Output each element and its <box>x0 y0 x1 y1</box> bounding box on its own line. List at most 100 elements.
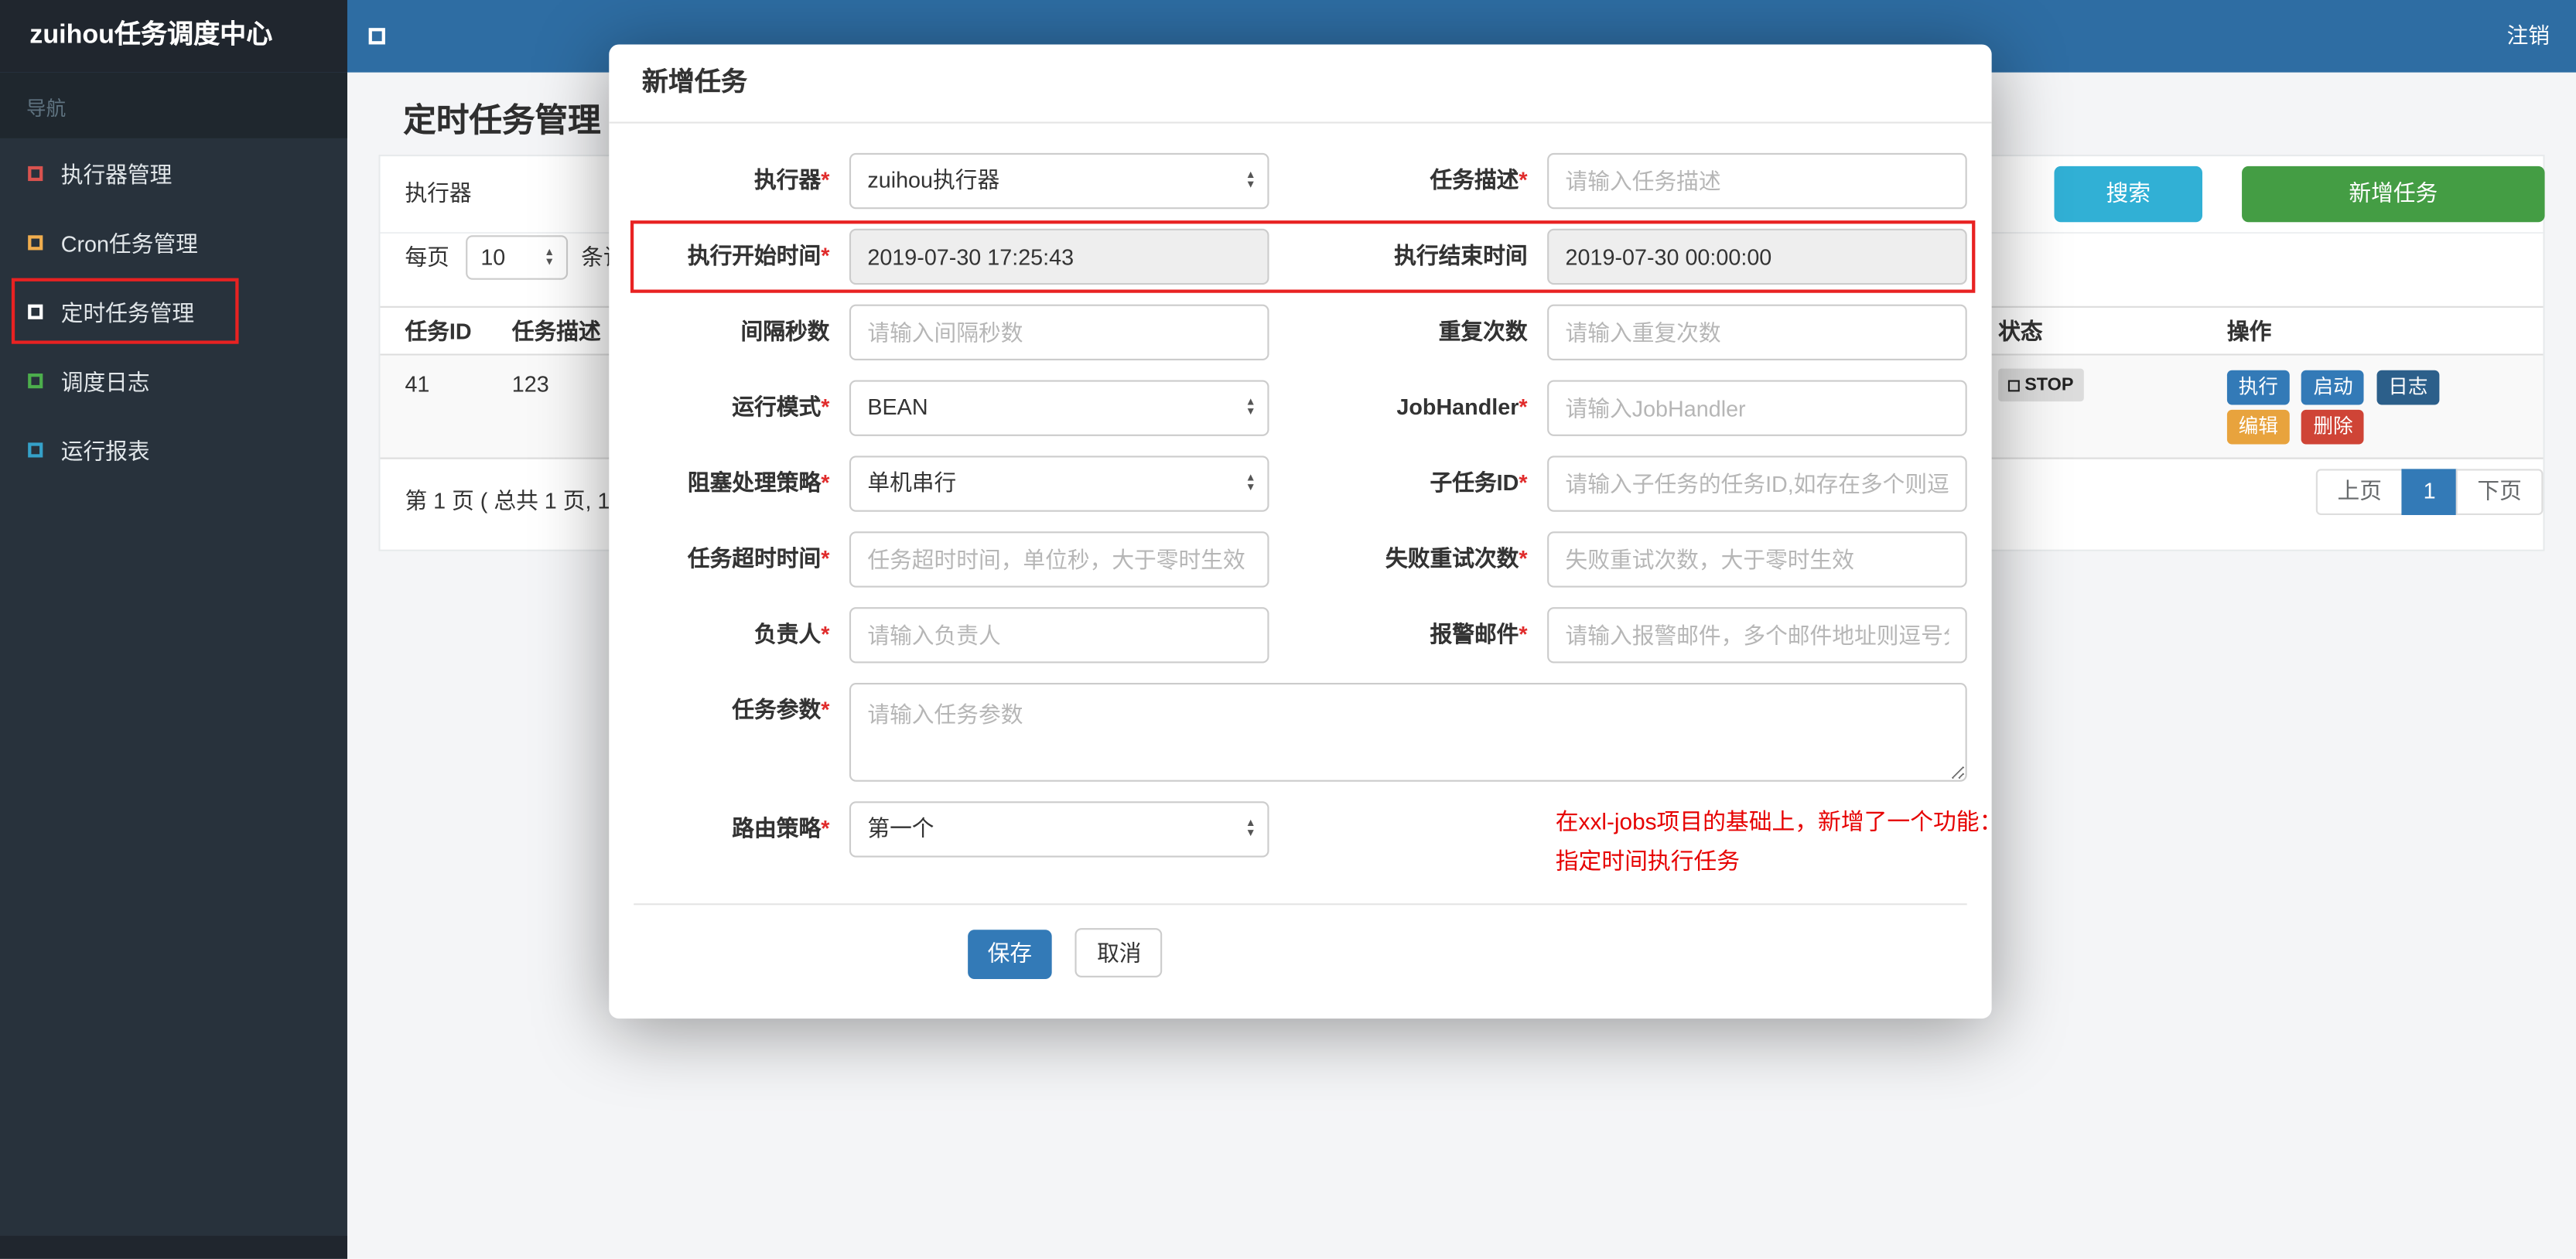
end-time-label: 执行结束时间 <box>1394 243 1528 268</box>
form-col: 执行开始时间* <box>634 228 1300 285</box>
screen: zuihou任务调度中心 注销 导航 执行器管理 Cron任务管理 定时任务管理… <box>0 0 2576 1259</box>
delete-button[interactable]: 删除 <box>2301 409 2365 445</box>
form-row: 阻塞处理策略* 单机串行 ▲ ▼ 子任务ID* <box>634 455 1967 512</box>
square-outline-icon <box>28 372 43 388</box>
sidebar-item-executor-manage[interactable]: 执行器管理 <box>0 138 347 207</box>
add-job-button[interactable]: 新增任务 <box>2242 165 2545 223</box>
sidebar-item-timed-job-manage[interactable]: 定时任务管理 <box>0 276 347 345</box>
feature-note: 在xxl-jobs项目的基础上，新增了一个功能： 指定时间执行任务 <box>1556 801 2003 880</box>
required-mark: * <box>821 168 830 193</box>
required-mark: * <box>821 816 830 841</box>
job-param-label: 任务参数* <box>732 698 830 723</box>
row-actions: 执行 启动 日志 编辑 删除 <box>2226 370 2540 449</box>
square-outline-icon <box>28 303 43 319</box>
col-status: 状态 <box>1998 319 2043 344</box>
spinner-arrows-icon: ▲ ▼ <box>1245 169 1256 191</box>
end-time-input[interactable] <box>1547 228 1967 285</box>
search-button[interactable]: 搜索 <box>2054 165 2202 223</box>
spinner-arrows-icon: ▲ ▼ <box>544 246 555 268</box>
alarm-email-input[interactable] <box>1547 607 1967 664</box>
status-badge: STOP <box>1998 368 2084 402</box>
route-strategy-select[interactable]: 第一个 ▲ ▼ <box>849 801 1269 858</box>
child-job-input[interactable] <box>1547 455 1967 512</box>
block-strategy-select[interactable]: 单机串行 ▲ ▼ <box>849 455 1269 512</box>
interval-input[interactable] <box>849 304 1269 360</box>
form-col: 路由策略* 第一个 ▲ ▼ <box>634 801 1300 880</box>
sidebar-item-label: 定时任务管理 <box>60 301 195 326</box>
logout-link[interactable]: 注销 <box>2507 0 2550 73</box>
route-strategy-select-value: 第一个 <box>867 816 934 841</box>
col-job-id: 任务ID <box>405 319 472 344</box>
form-col: JobHandler* <box>1300 380 1967 436</box>
required-mark: * <box>1519 546 1528 571</box>
required-mark: * <box>821 546 830 571</box>
required-mark: * <box>1519 622 1528 647</box>
repeat-input[interactable] <box>1547 304 1967 360</box>
jobhandler-input[interactable] <box>1547 380 1967 436</box>
spinner-arrows-icon: ▲ ▼ <box>1245 396 1256 418</box>
form-row: 执行器* zuihou执行器 ▲ ▼ 任务描述* <box>634 152 1967 210</box>
save-button[interactable]: 保存 <box>968 930 1052 980</box>
status-text: STOP <box>2024 375 2074 395</box>
form-col: 执行结束时间 <box>1300 228 1967 285</box>
retry-input[interactable] <box>1547 531 1967 588</box>
sidebar-item-label: 执行器管理 <box>60 162 173 188</box>
sidebar-item-run-report[interactable]: 运行报表 <box>0 415 347 483</box>
glue-type-select[interactable]: BEAN ▲ ▼ <box>849 380 1269 436</box>
required-mark: * <box>1519 168 1528 193</box>
form-col: 执行器* zuihou执行器 ▲ ▼ <box>634 152 1300 210</box>
spinner-arrows-icon: ▲ ▼ <box>1245 817 1256 840</box>
jobhandler-label: JobHandler* <box>1396 394 1528 420</box>
log-button[interactable]: 日志 <box>2376 370 2440 405</box>
job-desc-label: 任务描述* <box>1430 168 1528 193</box>
job-desc-input[interactable] <box>1547 152 1967 210</box>
per-page-select[interactable]: 10 ▲ ▼ <box>466 235 569 280</box>
child-job-label: 子任务ID* <box>1430 470 1528 496</box>
execute-button[interactable]: 执行 <box>2226 370 2290 405</box>
cell-job-id: 41 <box>405 371 430 397</box>
form-row: 路由策略* 第一个 ▲ ▼ 在xxl-jobs项目的基础上，新增了一个功能： 指定… <box>634 801 2003 880</box>
required-mark: * <box>1519 394 1528 420</box>
start-button[interactable]: 启动 <box>2301 370 2365 405</box>
add-job-modal: 新增任务 执行器* zuihou执行器 ▲ ▼ 任务描述* 请输入任务描述 执行… <box>609 44 2003 1019</box>
form-row: 任务参数* <box>634 683 1967 782</box>
form-row: 运行模式* BEAN ▲ ▼ JobHandler* <box>634 380 1967 436</box>
square-outline-icon <box>28 442 43 457</box>
next-page-button[interactable]: 下页 <box>2455 469 2544 516</box>
repeat-label: 重复次数 <box>1438 319 1528 344</box>
glue-type-select-value: BEAN <box>867 394 928 420</box>
modal-body: 执行器* zuihou执行器 ▲▼ 任务描述* 执行开始时间* <box>609 124 2003 881</box>
form-row: 任务超时时间* 失败重试次数* <box>634 531 1967 588</box>
edit-button[interactable]: 编辑 <box>2226 409 2290 445</box>
form-col: 任务参数* <box>634 683 1967 782</box>
form-col: 在xxl-jobs项目的基础上，新增了一个功能： 指定时间执行任务 <box>1300 801 2003 880</box>
required-mark: * <box>821 622 830 647</box>
cancel-button[interactable]: 取消 <box>1075 928 1163 978</box>
pagination-summary: 第 1 页 ( 总共 1 页, 1 <box>405 488 610 513</box>
sidebar-section-label: 导航 <box>0 72 347 138</box>
sidebar-toggle-icon[interactable] <box>368 28 385 45</box>
required-mark: * <box>1519 470 1528 496</box>
required-mark: * <box>821 698 830 723</box>
job-param-textarea[interactable] <box>849 683 1967 782</box>
cell-job-desc: 123 <box>511 371 549 397</box>
square-outline-icon <box>28 234 43 250</box>
author-input[interactable] <box>849 607 1269 664</box>
form-row-time: 执行开始时间* 执行结束时间 <box>630 220 1976 293</box>
page-1-button[interactable]: 1 <box>2401 469 2458 516</box>
executor-filter-label: 执行器 <box>405 181 472 206</box>
author-label: 负责人* <box>754 622 830 647</box>
prev-page-button[interactable]: 上页 <box>2315 469 2403 516</box>
sidebar-item-dispatch-log[interactable]: 调度日志 <box>0 346 347 415</box>
block-strategy-select-value: 单机串行 <box>867 470 957 496</box>
form-col: 运行模式* BEAN ▲ ▼ <box>634 380 1300 436</box>
sidebar-item-cron-job-manage[interactable]: Cron任务管理 <box>0 207 347 276</box>
timeout-input[interactable] <box>849 531 1269 588</box>
timeout-label: 任务超时时间* <box>687 546 830 571</box>
executor-select[interactable]: zuihou执行器 ▲ ▼ <box>849 152 1269 210</box>
start-time-label: 执行开始时间* <box>687 243 830 268</box>
per-page-label: 每页 <box>405 245 449 270</box>
interval-label: 间隔秒数 <box>740 319 830 344</box>
start-time-input[interactable] <box>849 228 1269 285</box>
required-mark: * <box>821 470 830 496</box>
